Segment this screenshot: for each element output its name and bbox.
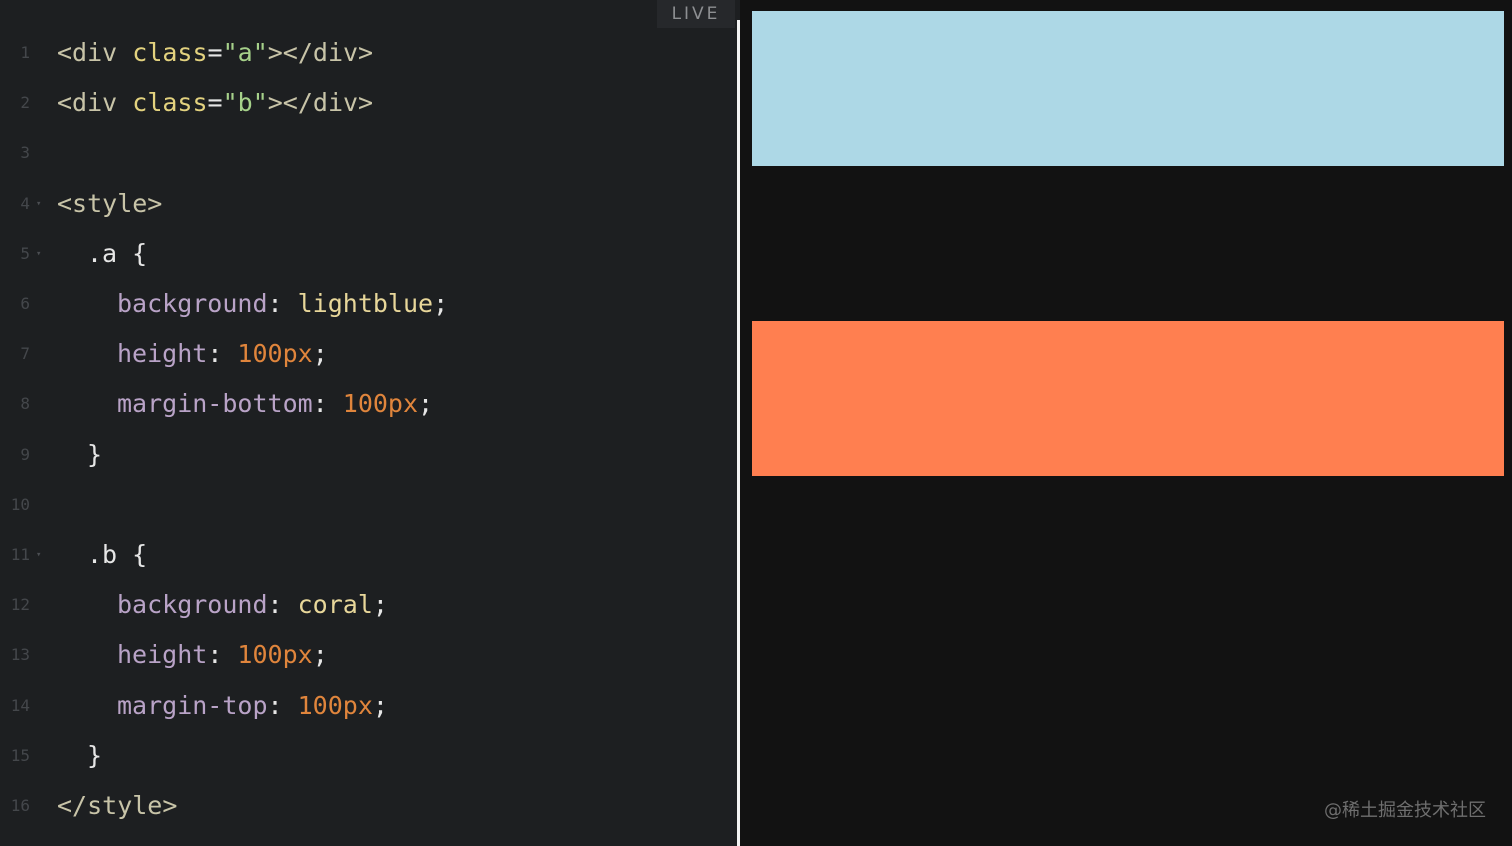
code-token: : [312,389,343,419]
line-number: 10 [10,494,30,514]
code-line[interactable]: 11 ▾ .b { [0,530,737,580]
line-number: 14 [10,695,30,715]
code-token: ></div> [267,38,374,67]
code-token: margin-top [117,690,268,720]
code-token: height [117,339,208,369]
code-text: .b { [87,530,147,580]
code-token: ; [372,690,388,720]
code-line[interactable]: 14 margin-top: 100px; [0,681,737,731]
code-text: <div class="a"></div> [57,28,373,78]
fold-arrow-icon[interactable]: ▾ [36,229,41,279]
code-text: background: coral; [117,580,388,630]
code-line[interactable]: 1 <div class="a"></div> [0,28,737,78]
live-badge: LIVE [657,0,735,28]
code-text: height: 100px; [117,630,328,680]
code-text: .a { [87,229,147,279]
code-text: margin-top: 100px; [117,681,388,731]
code-token: ; [312,640,328,670]
code-token: background [117,590,268,620]
code-token: ; [418,389,434,419]
code-token: class [132,88,208,118]
code-text: } [87,731,102,781]
code-line[interactable]: 7 height: 100px; [0,329,737,379]
code-token: 100px [342,389,419,419]
live-preview: @稀土掘金技术社区 [740,0,1512,846]
code-text: margin-bottom: 100px; [117,379,433,429]
code-text: <div class="b"></div> [57,78,373,128]
code-playground: LIVE 1 <div class="a"></div> 2 <div class="… [0,0,1512,846]
code-line[interactable]: 12 background: coral; [0,580,737,630]
code-line[interactable]: 2 <div class="b"></div> [0,78,737,128]
line-number: 4 [20,193,30,213]
code-line[interactable]: 15} [0,731,737,781]
code-line[interactable]: 10 [0,480,737,530]
code-token: lightblue [297,289,434,318]
code-token: = [207,38,223,67]
code-token: : [267,690,298,720]
line-number: 3 [20,143,30,163]
code-token: { [132,540,148,569]
code-token: : [267,590,298,620]
code-line[interactable]: 5 ▾ .a { [0,229,737,279]
code-editor[interactable]: LIVE 1 <div class="a"></div> 2 <div class="… [0,0,737,846]
code-token: : [207,339,238,369]
code-token: <div [57,38,133,67]
code-token: coral [297,590,373,620]
line-number: 5 [20,243,30,263]
code-line[interactable]: 9} [0,430,737,480]
code-line[interactable]: 16 </style> [0,781,737,831]
fold-arrow-icon[interactable]: ▾ [36,179,41,229]
code-token: } [87,740,103,770]
code-token: "b" [222,88,268,118]
code-line[interactable]: 8 margin-bottom: 100px; [0,379,737,429]
line-number: 8 [20,394,30,414]
code-line[interactable]: 6 background: lightblue; [0,279,737,329]
code-token: = [207,88,223,118]
line-number: 7 [20,344,30,364]
preview-box-a [752,11,1504,166]
code-token: <div [57,88,133,118]
code-text: </style> [57,781,177,831]
line-number: 2 [20,93,30,113]
line-number: 1 [20,43,30,62]
code-text: } [87,430,102,480]
code-token: height [117,640,208,670]
code-token: ; [433,289,449,318]
code-token: 100px [237,640,313,670]
line-number: 12 [10,595,30,615]
code-token: "a" [222,38,268,67]
code-token: : [207,640,238,670]
code-token: : [267,289,298,318]
code-line[interactable]: 3 [0,128,737,178]
code-token: 100px [297,690,373,720]
code-line[interactable]: 4 ▾ <style> [0,179,737,229]
code-token: .a [87,238,133,268]
code-token: class [132,38,208,67]
code-token: { [132,238,148,268]
line-number: 13 [10,645,30,665]
line-number: 15 [10,745,30,765]
code-token: </style> [57,791,178,820]
code-token: background [117,289,268,318]
code-token: } [87,439,103,469]
code-text: background: lightblue; [117,279,448,329]
fold-arrow-icon[interactable]: ▾ [36,530,41,580]
code-token: <style> [57,188,163,218]
line-number: 9 [20,444,30,464]
code-text: <style> [57,179,162,229]
code-token: ></div> [267,88,374,118]
code-token: .b [87,540,133,569]
line-number: 16 [10,796,30,815]
watermark: @稀土掘金技术社区 [1324,800,1486,821]
code-line[interactable]: 13 height: 100px; [0,630,737,680]
code-token: ; [372,590,388,620]
code-token: 100px [237,339,313,369]
code-token: ; [312,339,328,369]
line-number: 6 [20,294,30,313]
code-text: height: 100px; [117,329,328,379]
line-number: 11 [10,545,30,564]
preview-box-b [752,321,1504,476]
code-token: margin-bottom [117,389,313,419]
